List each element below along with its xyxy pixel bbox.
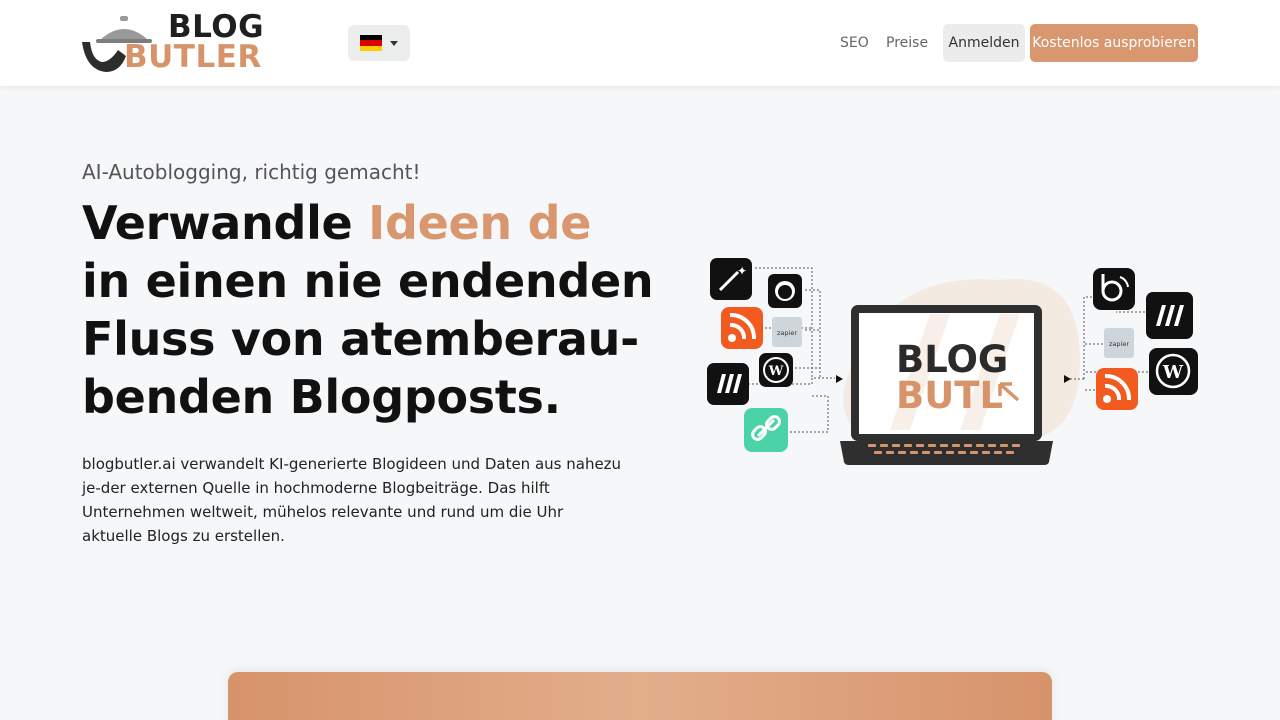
svg-text:zapier: zapier — [1109, 340, 1129, 348]
svg-text:✦: ✦ — [737, 264, 747, 278]
workflow-illustration: ✦ zapier W BLOG BUTL zapier W — [707, 258, 1198, 465]
login-button[interactable]: Anmelden — [943, 24, 1025, 62]
logo-line-1: BLOG — [168, 9, 265, 45]
language-selector[interactable] — [348, 25, 410, 61]
make-icon — [1146, 292, 1193, 339]
zapier-icon: zapier — [772, 317, 802, 347]
free-trial-button[interactable]: Kostenlos ausprobieren — [1030, 24, 1198, 62]
make-icon — [707, 363, 749, 405]
blogbutler-icon — [1093, 268, 1135, 310]
nav-link-seo[interactable]: SEO — [840, 24, 869, 62]
github-icon — [768, 274, 802, 308]
svg-text:BUTL: BUTL — [896, 374, 1003, 417]
hero-description: blogbutler.ai verwandelt KI-generierte B… — [82, 455, 622, 545]
logo-wordmark: BLOG BUTLER — [124, 9, 265, 75]
promo-card — [228, 672, 1052, 720]
svg-text:W: W — [768, 364, 784, 379]
site-header: BLOG BUTLER SEO Preise Anmelden Kostenlo… — [0, 0, 1280, 86]
rss-icon — [721, 307, 763, 349]
rss-icon — [1096, 368, 1138, 410]
zapier-icon: zapier — [1104, 328, 1134, 358]
headline-start: Verwandle — [82, 196, 369, 250]
hero-eyebrow: AI-Autoblogging, richtig gemacht! — [82, 160, 421, 184]
laptop-illustration: BLOG BUTL — [840, 305, 1053, 465]
logo-line-2: BUTLER — [124, 39, 262, 75]
magic-wand-icon: ✦ — [710, 258, 752, 300]
wordpress-icon: W — [1149, 348, 1198, 395]
german-flag-icon — [360, 35, 382, 51]
headline-accent: Ideen de — [368, 196, 592, 250]
blogbutler-logo[interactable]: BLOG BUTLER — [82, 12, 264, 74]
svg-text:W: W — [1162, 362, 1184, 383]
nav-link-preise[interactable]: Preise — [886, 24, 928, 62]
headline-rest: in einen nie endenden Fluss von atembera… — [82, 254, 654, 424]
wordpress-icon: W — [759, 353, 793, 387]
hero-headline: Verwandle Ideen de in einen nie endenden… — [82, 194, 682, 426]
chevron-down-icon — [390, 41, 398, 46]
svg-text:zapier: zapier — [777, 329, 797, 337]
link-icon — [744, 408, 788, 452]
